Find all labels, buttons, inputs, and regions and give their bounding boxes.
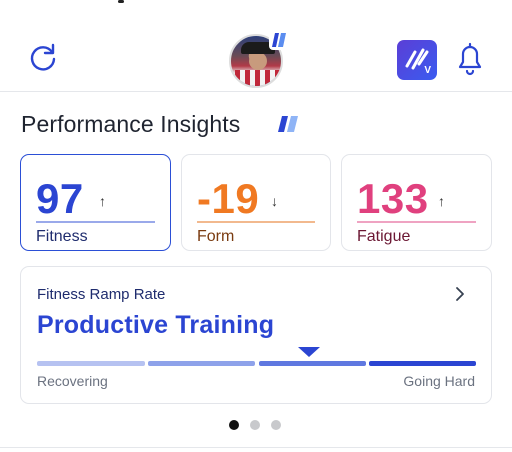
metric-underline [357, 221, 476, 223]
brand-mark-icon [269, 30, 289, 50]
ramp-low-label: Recovering [37, 373, 108, 389]
ramp-position-marker [298, 347, 321, 357]
status-indicator [118, 0, 124, 3]
ramp-rate-heading: Fitness Ramp Rate [37, 286, 166, 303]
status-bar [0, 0, 512, 8]
trend-up-icon: ↑ [438, 193, 445, 209]
ramp-segment [369, 361, 476, 366]
header-divider [0, 91, 512, 92]
metric-value: 133 [357, 175, 429, 222]
page-dot[interactable] [250, 420, 260, 430]
chevron-right-icon[interactable] [453, 285, 467, 303]
app-logo-letter: V [424, 65, 431, 76]
ramp-rate-status: Productive Training [37, 311, 275, 339]
profile-avatar-button[interactable] [229, 30, 289, 88]
metric-card-form[interactable]: -19 ↓ Form [181, 154, 331, 251]
metric-card-fitness[interactable]: 97 ↑ Fitness [20, 154, 171, 251]
app-header: V [0, 22, 512, 92]
trend-down-icon: ↓ [271, 193, 278, 209]
ramp-segment [37, 361, 145, 366]
metric-underline [197, 221, 315, 223]
ramp-high-label: Going Hard [403, 373, 475, 389]
metric-value: -19 [197, 175, 260, 222]
refresh-button[interactable] [26, 40, 60, 74]
bottom-divider [0, 447, 512, 448]
trend-up-icon: ↑ [99, 193, 106, 209]
metric-card-fatigue[interactable]: 133 ↑ Fatigue [341, 154, 492, 251]
page-dot[interactable] [271, 420, 281, 430]
app-logo-button[interactable]: V [397, 40, 437, 80]
metric-underline [36, 221, 155, 223]
ramp-rate-card[interactable]: Fitness Ramp Rate Productive Training Re… [20, 266, 492, 404]
notifications-button[interactable] [453, 40, 487, 78]
ramp-segment [259, 361, 366, 366]
ramp-segment [148, 361, 255, 366]
refresh-icon [30, 43, 56, 71]
metric-label: Form [197, 228, 235, 245]
metric-value: 97 [36, 175, 84, 222]
page-dot-active[interactable] [229, 420, 239, 430]
section-title: Performance Insights [21, 111, 241, 137]
pagination-dots [229, 420, 285, 432]
brand-mark-icon [278, 116, 298, 132]
metric-label: Fitness [36, 228, 88, 245]
app-logo-icon [405, 48, 429, 70]
bell-icon [458, 42, 482, 76]
metric-label: Fatigue [357, 228, 411, 245]
